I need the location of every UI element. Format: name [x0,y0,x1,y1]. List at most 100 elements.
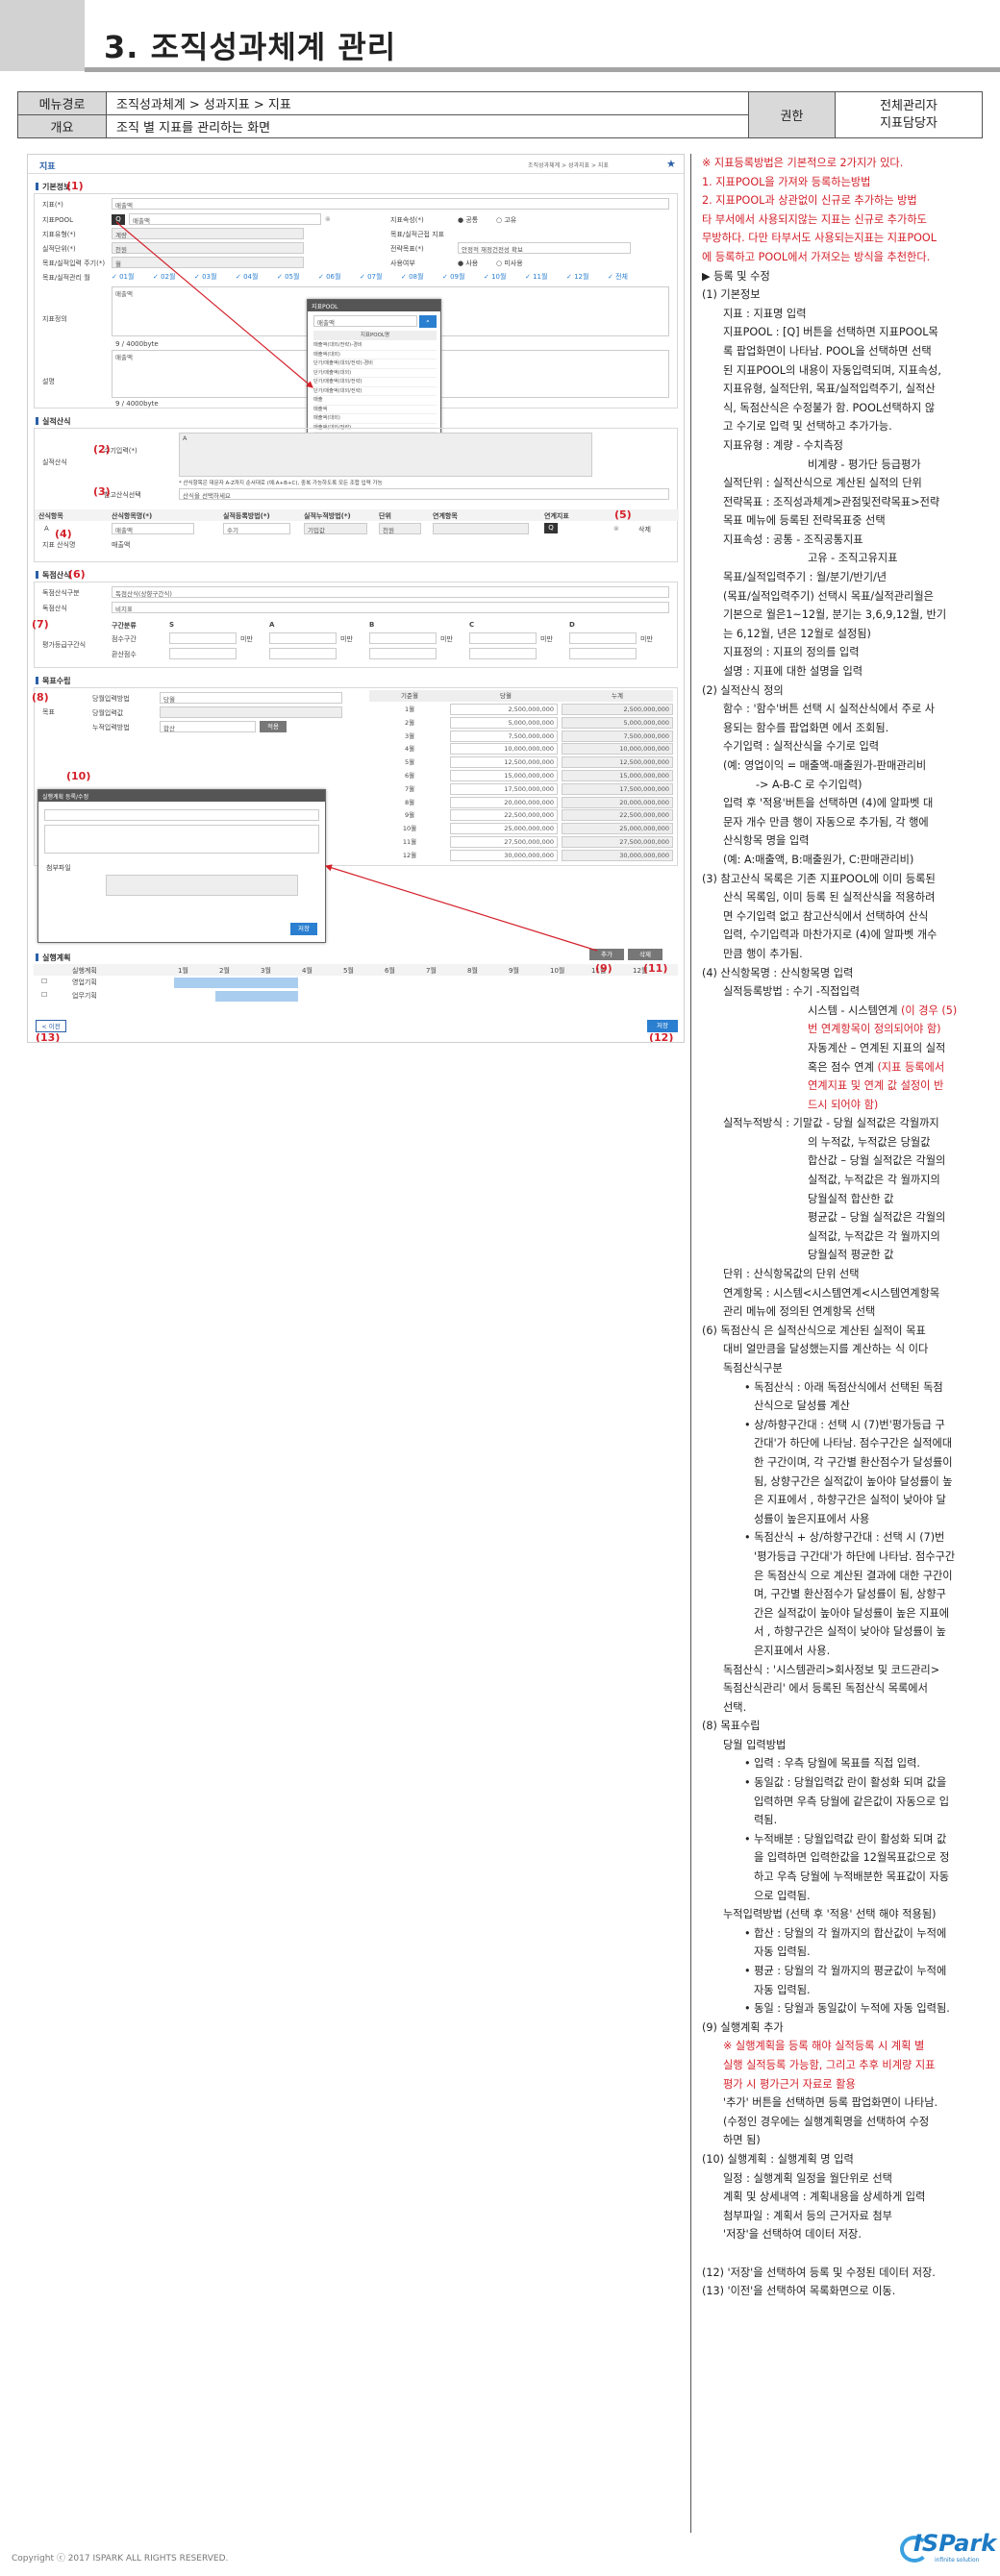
description-line: 입력하면 우측 당월에 같은값이 자동으로 입 [754,1795,950,1808]
description-line: 으로 입력됨. [754,1889,811,1902]
description-line [702,2244,988,2264]
description-line: 산식으로 달성률 계산 [754,1399,850,1413]
description-line: 을 입력하면 입력한값을 12월목표값으로 정 [754,1851,950,1865]
description-line: -> A-B-C 로 수기입력) [756,778,862,791]
description-highlight: (지표 등록에서 [877,1060,945,1074]
description-line: 은 지표에서 , 하향구간은 실적이 낮아야 달 [754,1494,946,1507]
description-line: 지표POOL : [Q] 버튼을 선택하면 지표POOL목 [723,326,938,339]
description-line: 기본으로 월은1~12월, 분기는 3,6,9,12월, 반기 [723,608,947,622]
description-line: 실행 실적등록 가능함, 그리고 추후 비계량 지표 [723,2058,936,2071]
description-line: 입력, 수기입력과 마찬가지로 (4)에 알파벳 개수 [723,929,938,942]
arrow-pool-popup [115,221,313,388]
description-line: 당월실적 합산한 값 [808,1192,894,1205]
description-line: 자동계산 – 연계된 지표의 실적 [808,1041,946,1054]
logo-text: ISPark [913,2530,997,2557]
description-line: 고 수기로 입력 및 선택하고 추가가능. [723,420,892,433]
description-line: 지표유형 : 계량 - 수치측정 [723,438,843,452]
auth-value-1: 전체관리자 [880,98,938,113]
menu-path-label: 메뉴경로 [17,91,107,115]
description-line: 입력 후 '적용'버튼을 선택하면 (4)에 알파벳 대 [723,797,934,810]
description-line: 2. 지표POOL과 상관없이 신규로 추가하는 방법 [702,194,917,208]
auth-value: 전체관리자 지표담당자 [835,91,983,138]
description-line: 간대'가 하단에 나타남. 점수구간은 실적에대 [754,1437,953,1450]
description-line: • 독점산식 + 상/하향구간대 : 선택 시 (7)번 [744,1531,945,1545]
description-line: 당월실적 평균한 값 [808,1249,894,1262]
description-line: 첨부파일 : 계획서 등의 근거자료 첨부 [723,2209,892,2222]
description-line: (8) 목표수립 [702,1720,761,1733]
description-line: (수정인 경우에는 실행계획명을 선택하여 수정 [723,2115,930,2128]
header-accent [0,0,85,71]
description-line: 지표정의 : 지표의 정의를 입력 [723,646,860,659]
description-line: 에 등록하고 POOL에서 가져오는 방식을 추천한다. [702,250,931,263]
description-line: 산식항목 명을 입력 [723,834,810,848]
description-line: 은지표에서 사용. [754,1644,831,1657]
description-line: 성률이 높은지표에서 사용 [754,1512,870,1525]
description-line: 설명 : 지표에 대한 설명을 입력 [723,665,863,679]
description-line: 전략목표 : 조직성과체계>관점및전략목표>전략 [723,495,940,508]
description-line: 독점산식 : '시스템관리>회사정보 및 코드관리> [723,1663,940,1676]
description-line: 지표유형, 실적단위, 목표/실적입력주기, 실적산 [723,383,936,396]
description-line: (2) 실적산식 정의 [702,683,784,697]
description-line: 평가 시 평가근거 자료로 활용 [723,2077,856,2091]
description-highlight: (이 경우 (5) [901,1003,958,1017]
description-line: • 동일값 : 당월입력값 란이 활성화 되며 값을 [744,1776,947,1790]
description-line: 혹은 점수 연계 (지표 등록에서 [808,1060,945,1074]
overview-value: 조직 별 지표를 관리하는 화면 [106,114,749,138]
description-line: 단위 : 산식항목값의 단위 선택 [723,1268,860,1281]
description-line: • 독점산식 : 아래 독점산식에서 선택된 독점 [744,1380,943,1394]
description-line: 하면 됨) [723,2134,761,2147]
description-line: 1. 지표POOL을 가져와 등록하는방법 [702,175,871,188]
description-line: ※ 실행계획을 등록 해야 실적등록 시 계획 별 [723,2040,925,2053]
description-line: 실적값, 누적값은 각 월까지의 [808,1229,940,1243]
description-line: • 합산 : 당월의 각 월까지의 합산값이 누적에 [744,1926,947,1940]
description-line: 실적값, 누적값은 각 월까지의 [808,1174,940,1187]
description-line: 문자 개수 만큼 행이 자동으로 추가됨, 각 행에 [723,815,929,829]
description-line: • 상/하향구간대 : 선택 시 (7)번'평가등급 구 [744,1418,945,1431]
description-line: 하고 우측 당월에 누적배분한 목표값이 자동 [754,1870,950,1884]
description-line: 록 팝업화면이 나타남. POOL을 선택하면 선택 [723,344,932,358]
description-line: 간은 실적값이 높아야 달성률이 높은 지표에 [754,1606,950,1620]
description-line: 산식 목록임, 이미 등록 된 실적산식을 적용하려 [723,891,936,904]
description-line: 의 누적값, 누적값은 당월값 [808,1135,931,1149]
overview-label: 개요 [17,114,107,138]
description-line: • 동일 : 당월과 동일값이 누적에 자동 입력됨. [744,2002,950,2016]
description-line: (9) 실행계획 추가 [702,2020,784,2034]
description-line: ▶ 등록 및 수정 [702,269,770,283]
description-line: ※ 지표등록방법은 기본적으로 2가지가 있다. [702,157,904,169]
description-line: (1) 기본정보 [702,288,761,302]
annotation-arrows [115,221,598,952]
description-line: (6) 독점산식 은 실적산식으로 계산된 실적이 목표 [702,1324,926,1337]
description-line: 서 , 하향구간은 실적이 낮아야 달성률이 높 [754,1625,946,1639]
page-title: 3. 조직성과체계 관리 [104,29,397,65]
menu-path-value: 조직성과체계 > 성과지표 > 지표 [106,91,749,115]
description-line: (10) 실행계획 : 실행계획 명 입력 [702,2152,854,2166]
auth-label: 권한 [748,91,836,138]
description-line: (목표/실적입력주기) 선택시 목표/실적관리월은 [723,589,934,603]
description-line: 용되는 함수를 팝업화면 에서 조회됨. [723,721,889,734]
description-line: '저장'을 선택하여 데이터 저장. [723,2228,862,2242]
description-line: 목표/실적입력주기 : 월/분기/반기/년 [723,571,888,584]
description-line: 계획 및 상세내역 : 계획내용을 상세하게 입력 [723,2191,926,2204]
description-line: 수기입력 : 실적산식을 수기로 입력 [723,740,880,754]
description-line: 만큼 행이 추가됨. [723,947,803,960]
description-line: 한 구간이며, 각 구간별 환산점수가 달성률이 [754,1455,953,1469]
description-line: 연계항목 : 시스템<시스템연계<시스템연계항목 [723,1286,940,1300]
page-header: 3. 조직성과체계 관리 [0,0,1000,72]
description-line: 대비 얼만큼을 달성했는지를 계산하는 식 이다 [723,1343,929,1356]
logo-subtext: infinite solution [935,2557,980,2564]
description-line: 실적누적방식 : 기말값 - 당월 실적값은 각월까지 [723,1117,939,1130]
description-line: 타 부서에서 사용되지않는 지표는 신규로 추가하도 [702,212,927,226]
meta-table: 메뉴경로 조직성과체계 > 성과지표 > 지표 권한 전체관리자 지표담당자 개… [17,91,983,138]
description-line: • 누적배분 : 당월입력값 란이 활성화 되며 값 [744,1832,947,1845]
description-line: (예: 영업이익 = 매출액-매출원가-판매관리비 [723,759,927,772]
description-line: 독점산식관리' 에서 등록된 독점산식 목록에서 [723,1682,928,1696]
description-line: (12) '저장'을 선택하여 등록 및 수정된 데이터 저장. [702,2266,936,2279]
description-line: 자동 입력됨. [754,1945,811,1959]
description-line: 당월 입력방법 [723,1738,787,1751]
header-rule [85,67,1000,72]
description-line: 실적등록방법 : 수기 -직접입력 [723,985,860,999]
description-line: 연계지표 및 연계 값 설정이 반 [808,1079,944,1093]
description-line: • 평균 : 당월의 각 월까지의 평균값이 누적에 [744,1965,947,1977]
description-line: 드시 되어야 함) [808,1098,879,1111]
description-line: 관리 메뉴에 정의된 연계항목 선택 [723,1305,876,1319]
